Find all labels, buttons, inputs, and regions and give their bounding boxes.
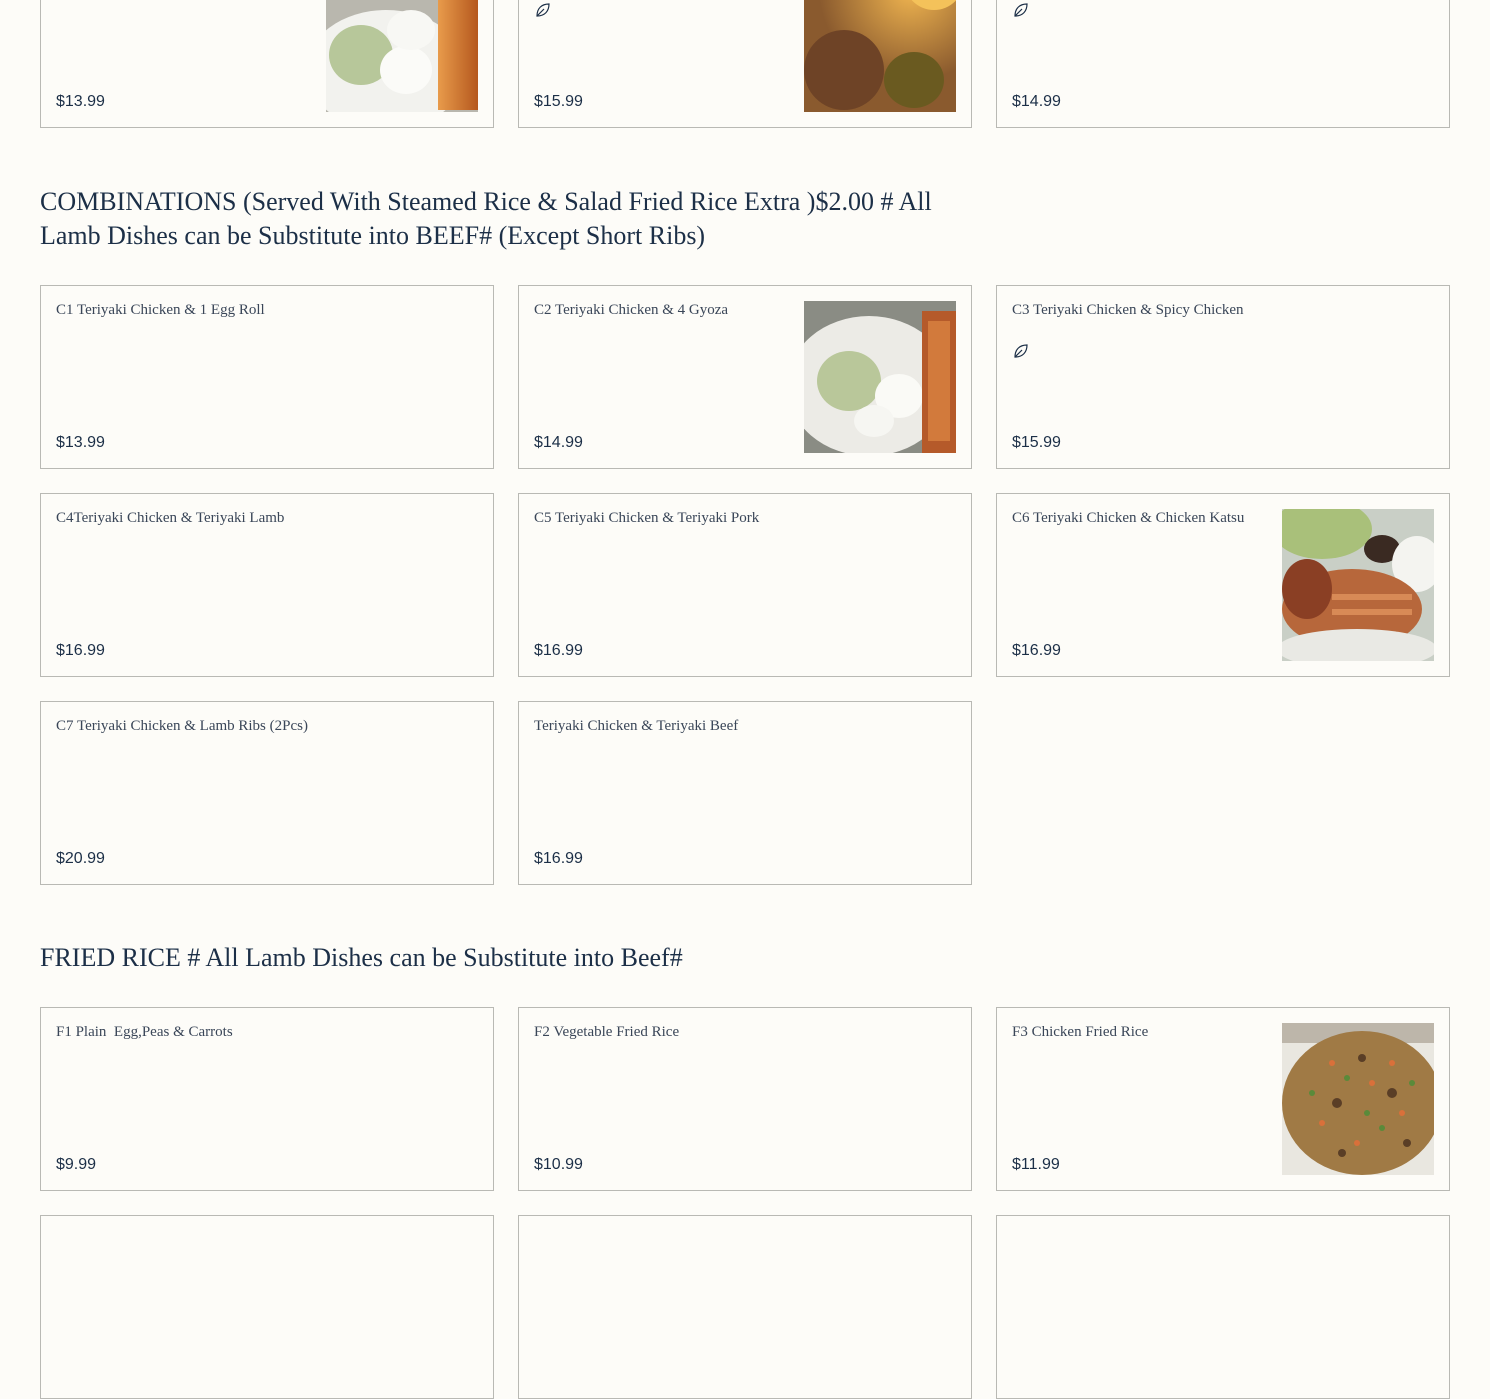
item-price: $15.99 [1012,434,1061,451]
dish-photo [326,0,478,112]
item-name: C2 Teriyaki Chicken & 4 Gyoza [534,302,729,318]
item-price: $16.99 [1012,642,1061,659]
item-name: C7 Teriyaki Chicken & Lamb Ribs (2Pcs) [56,718,308,734]
item-price: $15.99 [534,93,583,110]
item-price: $16.99 [534,642,583,659]
leaf-icon [1014,344,1028,358]
item-price: $20.99 [56,850,105,867]
menu-item-card[interactable]: $15.99 [518,0,972,128]
item-price: $13.99 [56,434,105,451]
section-title-combinations: COMBINATIONS (Served With Steamed Rice &… [40,187,932,250]
item-name: F3 Chicken Fried Rice [1012,1024,1149,1040]
section-title-fried-rice: FRIED RICE # All Lamb Dishes can be Subs… [40,943,683,972]
item-name: F1 Plain Egg,Peas & Carrots [56,1024,233,1040]
item-price: $16.99 [534,850,583,867]
item-name: C3 Teriyaki Chicken & Spicy Chicken [1012,302,1244,318]
item-name: C5 Teriyaki Chicken & Teriyaki Pork [534,510,760,526]
item-price: $9.99 [56,1156,97,1173]
dish-photo [804,0,956,112]
item-price: $11.99 [1012,1156,1060,1173]
item-price: $14.99 [1012,93,1061,110]
leaf-icon [1014,3,1028,17]
leaf-icon [536,3,550,17]
item-name: F2 Vegetable Fried Rice [534,1024,680,1040]
menu-item-card[interactable]: $13.99 [40,0,494,128]
menu-item-card[interactable] [518,1215,972,1399]
menu-item-card[interactable]: F3 Chicken Fried Rice $11.99 [996,1007,1450,1191]
menu-item-card[interactable]: C7 Teriyaki Chicken & Lamb Ribs (2Pcs) $… [40,701,494,885]
menu-item-card[interactable] [40,1215,494,1399]
menu-item-card[interactable] [996,1215,1450,1399]
item-name: C1 Teriyaki Chicken & 1 Egg Roll [56,302,265,318]
item-price: $10.99 [534,1156,583,1173]
menu-item-card[interactable]: C2 Teriyaki Chicken & 4 Gyoza $14.99 [518,285,972,469]
item-price: $14.99 [534,434,583,451]
dish-photo [1282,1023,1434,1175]
menu-item-card[interactable]: C5 Teriyaki Chicken & Teriyaki Pork $16.… [518,493,972,677]
dish-photo [1282,509,1434,661]
menu-item-card[interactable]: C6 Teriyaki Chicken & Chicken Katsu $16.… [996,493,1450,677]
item-price: $16.99 [56,642,105,659]
dish-photo [804,301,956,453]
menu-item-card[interactable]: C4Teriyaki Chicken & Teriyaki Lamb $16.9… [40,493,494,677]
menu-item-card[interactable]: C3 Teriyaki Chicken & Spicy Chicken $15.… [996,285,1450,469]
menu-item-card[interactable]: F2 Vegetable Fried Rice $10.99 [518,1007,972,1191]
item-name: Teriyaki Chicken & Teriyaki Beef [534,718,739,734]
menu-item-card[interactable]: Teriyaki Chicken & Teriyaki Beef $16.99 [518,701,972,885]
item-price: $13.99 [56,93,105,110]
menu-item-card[interactable]: C1 Teriyaki Chicken & 1 Egg Roll $13.99 [40,285,494,469]
item-name: C4Teriyaki Chicken & Teriyaki Lamb [56,510,285,526]
menu-item-card[interactable]: F1 Plain Egg,Peas & Carrots $9.99 [40,1007,494,1191]
menu-item-card[interactable]: $14.99 [996,0,1450,128]
item-name: C6 Teriyaki Chicken & Chicken Katsu [1012,510,1245,526]
